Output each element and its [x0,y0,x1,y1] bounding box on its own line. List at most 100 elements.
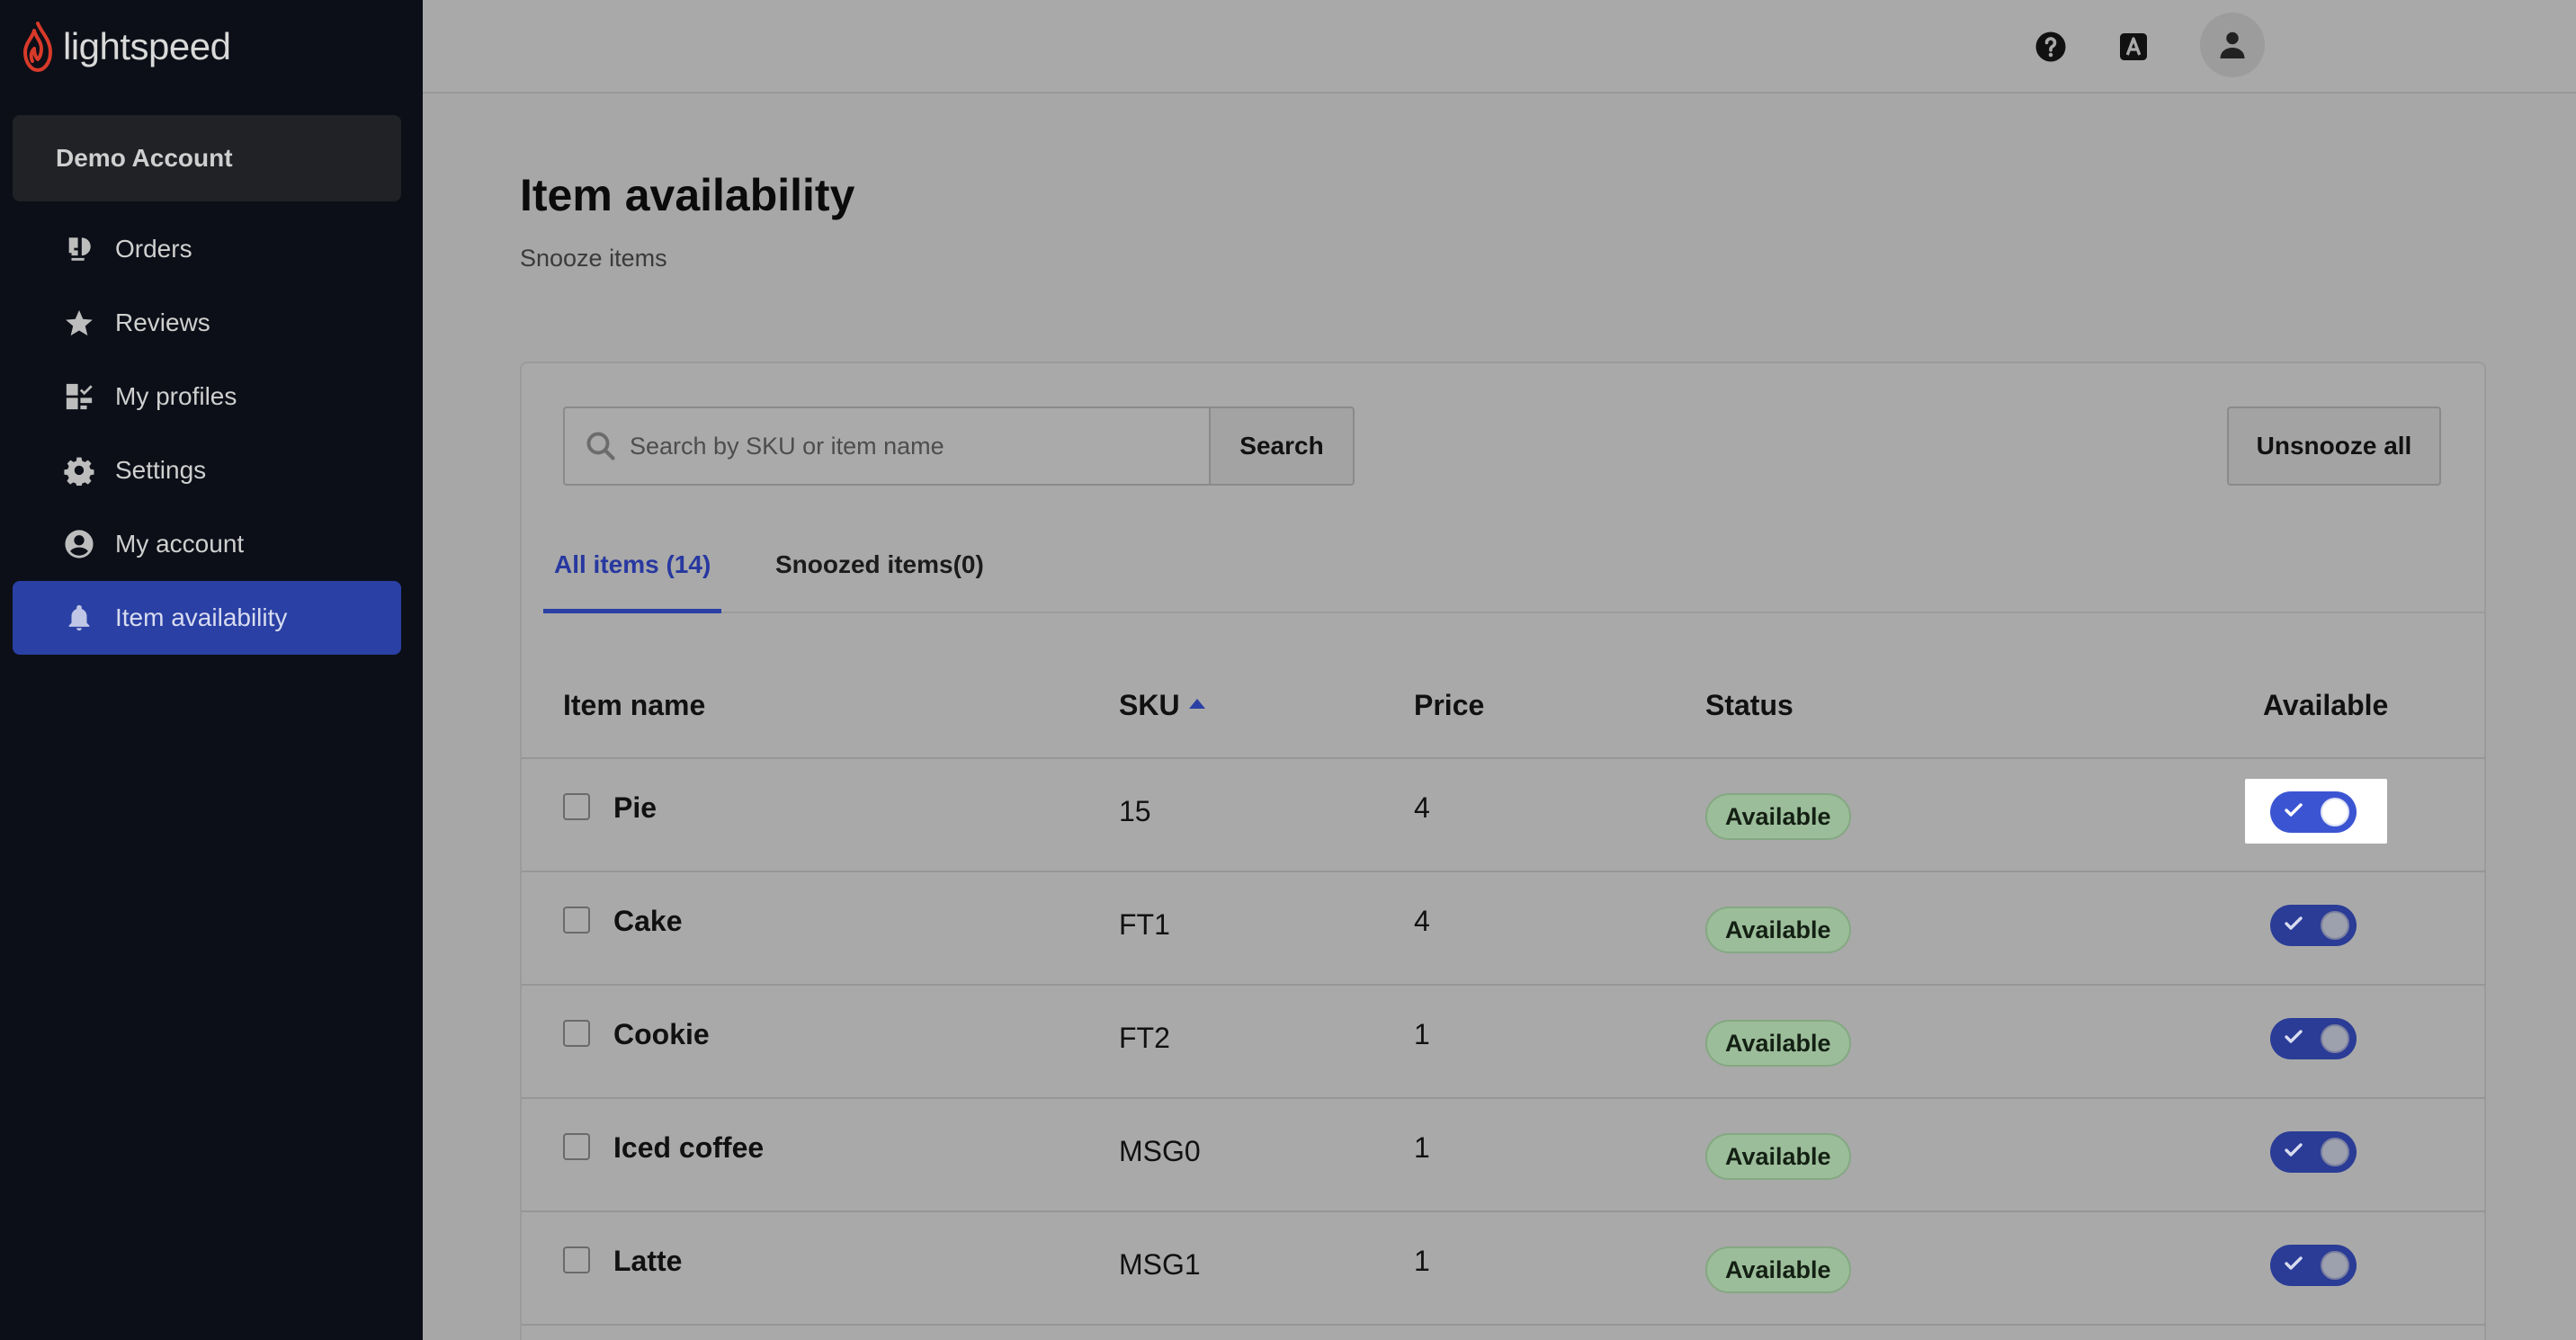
item-sku: 15 [1119,795,1151,827]
available-toggle[interactable] [2270,1018,2357,1059]
orders-icon [63,233,95,265]
status-badge: Available [1705,793,1851,840]
brand-name: lightspeed [63,25,231,67]
item-name: Cookie [613,1018,710,1050]
toggle-knob [2321,911,2349,940]
row-checkbox[interactable] [563,793,590,820]
toggle-focus-highlight [2245,779,2387,844]
tab-snoozed-items[interactable]: Snoozed items(0) [765,534,995,613]
toggle-container [2245,892,2387,957]
status-badge: Available [1705,907,1851,953]
row-checkbox[interactable] [563,907,590,934]
item-price: 1 [1414,1131,1430,1164]
tabs: All items (14) Snoozed items(0) [543,534,2486,613]
item-sku: MSG1 [1119,1248,1201,1281]
row-checkbox[interactable] [563,1133,590,1160]
flame-icon [23,22,52,72]
column-header-available[interactable]: Available [2263,689,2388,722]
sidebar-item-orders[interactable]: Orders [13,212,401,286]
item-sku: MSG0 [1119,1135,1201,1167]
account-switcher[interactable]: Demo Account [13,115,401,201]
item-price: 1 [1414,1245,1430,1277]
item-name: Pie [613,791,657,824]
sidebar-item-my-account[interactable]: My account [13,507,401,581]
column-header-price[interactable]: Price [1414,689,1484,722]
column-header-sku-label: SKU [1119,689,1180,721]
sidebar-item-reviews[interactable]: Reviews [13,286,401,360]
item-price: 4 [1414,905,1430,937]
row-checkbox[interactable] [563,1020,590,1047]
sidebar-item-label: Orders [115,235,192,263]
toggle-knob [2321,1024,2349,1053]
unsnooze-all-button[interactable]: Unsnooze all [2227,406,2441,486]
status-badge: Available [1705,1020,1851,1067]
search-input[interactable] [630,432,1209,460]
check-icon [2285,1143,2303,1157]
table-row: Iced coffee MSG0 1 Available [522,1099,2486,1212]
column-header-sku[interactable]: SKU [1119,689,1205,722]
toggle-container [2245,1232,2387,1297]
sidebar-item-settings[interactable]: Settings [13,433,401,507]
item-price: 4 [1414,791,1430,824]
available-toggle[interactable] [2270,791,2357,833]
item-price: 1 [1414,1018,1430,1050]
toggle-container [2245,1119,2387,1184]
item-name: Iced coffee [613,1131,765,1164]
language-icon[interactable] [2106,20,2160,74]
sidebar-item-label: Settings [115,456,207,484]
gear-icon [63,454,95,487]
user-icon [2220,31,2245,58]
app-root: lightspeed Demo Account Orders Reviews M… [0,0,2576,1340]
toggle-container [2245,1005,2387,1070]
sidebar-item-my-profiles[interactable]: My profiles [13,360,401,433]
search-icon [586,432,615,460]
table-row: Cookie FT2 1 Available [522,986,2486,1099]
user-circle-icon [63,528,95,560]
main-content: Item availability Snooze items Search Un… [423,94,2576,1340]
available-toggle[interactable] [2270,1245,2357,1286]
sidebar-nav: Orders Reviews My profiles Settings My a… [13,212,401,655]
page-title: Item availability [520,170,855,220]
page-subtitle: Snooze items [520,245,667,272]
help-icon[interactable] [2024,20,2078,74]
item-sku: FT2 [1119,1022,1170,1054]
bell-icon [63,602,95,634]
item-name: Latte [613,1245,683,1277]
sidebar: lightspeed Demo Account Orders Reviews M… [0,0,423,1340]
toggle-knob [2321,1251,2349,1280]
star-icon [63,307,95,339]
status-badge: Available [1705,1246,1851,1293]
available-toggle[interactable] [2270,905,2357,946]
toggle-knob [2321,1138,2349,1166]
profiles-icon [63,380,95,413]
sidebar-item-item-availability[interactable]: Item availability [13,581,401,655]
status-badge: Available [1705,1133,1851,1180]
sidebar-item-label: My account [115,530,245,558]
item-name: Cake [613,905,683,937]
sidebar-item-label: Item availability [115,603,288,631]
check-icon [2285,916,2303,930]
check-icon [2285,1030,2303,1043]
brand-logo[interactable]: lightspeed [22,18,231,76]
row-checkbox[interactable] [563,1246,590,1273]
check-icon [2285,803,2303,817]
sidebar-item-label: My profiles [115,382,237,410]
user-avatar[interactable] [2200,13,2265,77]
search-box [563,406,1211,486]
search-button[interactable]: Search [1209,406,1355,486]
top-bar [423,0,2576,94]
items-card: Search Unsnooze all All items (14) Snooz… [520,362,2486,1340]
table-row: Cake FT1 4 Available [522,872,2486,986]
toggle-knob [2321,798,2349,826]
column-header-status[interactable]: Status [1705,689,1793,722]
available-toggle[interactable] [2270,1131,2357,1173]
table-row: Latte MSG1 1 Available [522,1212,2486,1326]
tab-all-items[interactable]: All items (14) [543,534,722,613]
column-header-item-name[interactable]: Item name [563,689,705,722]
table-header: Item name SKU Price Status Available [522,658,2486,759]
sidebar-item-label: Reviews [115,308,210,336]
sort-ascending-icon [1188,699,1205,710]
table-row: Pie 15 4 Available [522,759,2486,872]
item-sku: FT1 [1119,908,1170,941]
check-icon [2285,1256,2303,1270]
